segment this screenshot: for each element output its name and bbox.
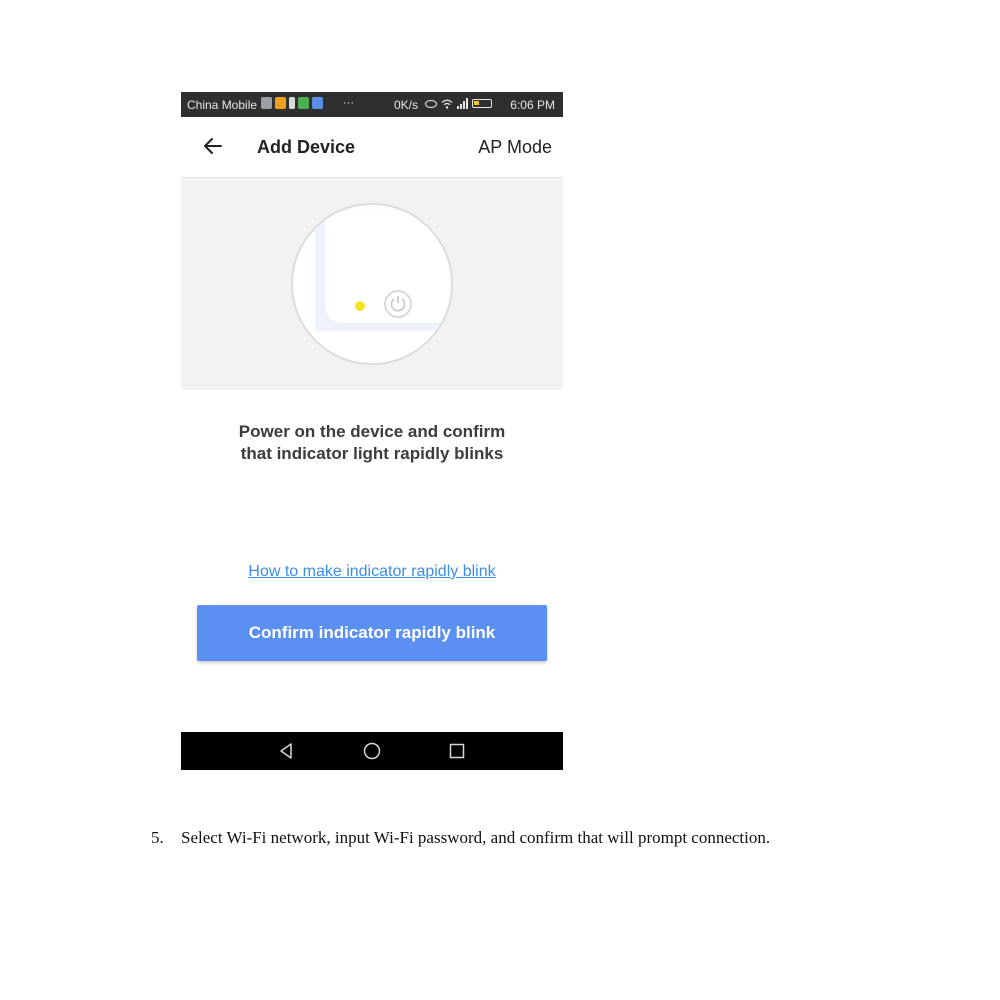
notification-app-icon	[275, 97, 286, 109]
navigation-bar	[181, 732, 563, 770]
instruction-line: that indicator light rapidly blinks	[240, 444, 504, 463]
power-icon	[384, 290, 412, 318]
phone-screenshot: China Mobile ··· 0K/s 6:06 PM Add Device…	[181, 92, 563, 770]
device-face	[325, 211, 451, 323]
status-bar: China Mobile ··· 0K/s 6:06 PM	[181, 92, 563, 117]
nav-recent-apps-icon[interactable]	[448, 742, 466, 760]
battery-saver-icon	[289, 97, 295, 109]
back-arrow-icon[interactable]	[201, 134, 225, 158]
app-header: Add Device AP Mode	[181, 117, 563, 178]
system-icons	[425, 98, 492, 109]
page-title: Add Device	[257, 137, 356, 157]
instruction-line: Power on the device and confirm	[238, 422, 506, 441]
device-corner	[315, 211, 451, 331]
instruction-text: Power on the device and confirm that ind…	[181, 421, 563, 465]
battery-icon	[472, 99, 492, 108]
eye-comfort-icon	[425, 99, 437, 108]
wifi-icon	[441, 99, 453, 109]
network-speed: 0K/s	[394, 98, 419, 112]
zoom-circle	[291, 203, 453, 365]
step-number: 5.	[151, 828, 164, 847]
help-link[interactable]: How to make indicator rapidly blink	[181, 563, 563, 581]
step-instruction: 5. Select Wi-Fi network, input Wi-Fi pass…	[151, 828, 770, 848]
more-notifications-icon: ···	[343, 97, 354, 109]
notification-app-icon	[312, 97, 323, 109]
notification-app-icon	[261, 97, 272, 109]
clock: 6:06 PM	[510, 98, 555, 112]
confirm-button[interactable]: Confirm indicator rapidly blink	[197, 605, 547, 661]
indicator-light	[355, 301, 365, 311]
nav-home-icon[interactable]	[363, 742, 381, 760]
notification-app-icon	[298, 97, 309, 109]
nav-back-icon[interactable]	[277, 742, 295, 760]
step-text: Select Wi-Fi network, input Wi-Fi passwo…	[181, 828, 771, 847]
device-illustration	[181, 178, 563, 390]
ap-mode-button[interactable]: AP Mode	[478, 137, 552, 158]
carrier-name: China Mobile	[187, 98, 258, 112]
signal-icon	[457, 98, 468, 109]
notification-icons	[261, 97, 323, 109]
